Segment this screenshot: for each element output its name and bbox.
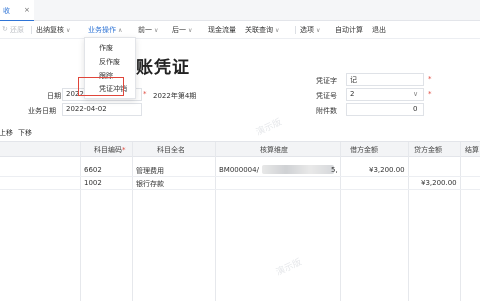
chevron-down-icon: ∨	[275, 27, 280, 34]
toolbar-cashier-review[interactable]: 出纳复核 ∨	[36, 25, 70, 35]
label: 前一	[138, 26, 152, 34]
voucher-grid: 科目编码* 科目全名 核算维度 借方金额 贷方金额 结算 6602 管理费用 B…	[0, 118, 480, 301]
menu-item-unvoid[interactable]: 反作废	[99, 57, 120, 67]
tab-bar: 收 ×	[0, 0, 480, 22]
menu-item-void[interactable]: 作废	[99, 43, 113, 53]
table-row[interactable]: 1002 银行存款 ¥3,200.00	[0, 176, 480, 190]
tab-label: 收	[3, 7, 10, 15]
chevron-down-icon: ∨	[188, 27, 193, 34]
col-header-settlement: 结算	[465, 146, 479, 154]
toolbar-previous[interactable]: 前一 ∨	[138, 25, 158, 35]
required-mark: *	[428, 90, 432, 98]
watermark: 演示版	[254, 117, 284, 139]
voucher-no-label: 凭证号	[316, 92, 337, 100]
toolbar: ↻ 还原 出纳复核 ∨ 业务操作 ∧ 前一 ∨ 后一 ∨ 现金流量 关联查询 ∨ 选项 ∨ …	[0, 21, 480, 39]
col-header-code: 科目编码*	[94, 145, 126, 155]
chevron-up-icon: ∧	[118, 27, 123, 34]
voucher-no-value: 2	[350, 90, 355, 98]
biz-date-field[interactable]: 2022-04-02	[62, 103, 142, 116]
divider	[31, 26, 32, 34]
toolbar-business-ops[interactable]: 业务操作 ∧	[88, 25, 122, 35]
cell-credit: ¥3,200.00	[421, 179, 457, 187]
chevron-down-icon[interactable]: ∨	[413, 90, 418, 98]
col-header-debit: 借方金额	[350, 146, 378, 154]
cell-debit: ¥3,200.00	[369, 166, 405, 174]
col-header-credit: 贷方金额	[414, 146, 442, 154]
page-title: 账凭证	[136, 58, 190, 78]
chevron-down-icon: ∨	[316, 27, 321, 34]
label: 后一	[172, 26, 186, 34]
attach-count-value: 0	[413, 105, 418, 113]
voucher-word-field[interactable]: 记	[346, 73, 424, 86]
col-header-dimension: 核算维度	[260, 146, 288, 154]
close-icon[interactable]: ×	[24, 6, 30, 14]
toolbar-exit[interactable]: 退出	[372, 25, 386, 35]
biz-date-label: 业务日期	[28, 107, 56, 115]
cell-name: 管理费用	[136, 167, 164, 175]
label: 业务操作	[88, 26, 116, 34]
toolbar-next[interactable]: 后一 ∨	[172, 25, 192, 35]
label: 关联查询	[245, 26, 273, 34]
period-text: 2022年第4期	[153, 92, 197, 100]
biz-date-value: 2022-04-02	[66, 105, 107, 113]
date-label: 日期	[47, 92, 61, 100]
voucher-word-value: 记	[350, 76, 357, 84]
required-mark: *	[143, 90, 147, 98]
toolbar-cash-flow[interactable]: 现金流量	[208, 25, 236, 35]
cell-code: 1002	[84, 179, 102, 187]
highlight-box	[78, 77, 124, 96]
voucher-word-label: 凭证字	[316, 77, 337, 85]
redacted-region	[262, 165, 334, 174]
required-mark: *	[428, 75, 432, 83]
voucher-no-field[interactable]: 2 ∨	[346, 88, 424, 101]
move-down-button[interactable]: 下移	[18, 128, 32, 138]
watermark: 演示版	[274, 257, 304, 279]
label: 选项	[300, 26, 314, 34]
label: 科目编码	[94, 146, 122, 154]
chevron-down-icon: ∨	[66, 27, 71, 34]
cell-name: 银行存款	[136, 180, 164, 188]
toolbar-restore[interactable]: 还原	[10, 25, 24, 35]
attach-count-field[interactable]: 0	[346, 103, 424, 116]
cell-dimension-tail: 5,	[331, 166, 338, 174]
tab-voucher[interactable]: 收 ×	[0, 0, 34, 22]
move-up-button[interactable]: 上移	[0, 128, 13, 138]
toolbar-related-query[interactable]: 关联查询 ∨	[245, 25, 279, 35]
required-mark: *	[122, 146, 126, 154]
toolbar-options[interactable]: 选项 ∨	[300, 25, 320, 35]
divider	[295, 26, 296, 34]
col-header-name: 科目全名	[157, 146, 185, 154]
label: 出纳复核	[36, 26, 64, 34]
chevron-down-icon: ∨	[154, 27, 159, 34]
toolbar-restore-icon: ↻	[2, 25, 8, 33]
toolbar-auto-calc[interactable]: 自动计算	[335, 25, 363, 35]
attach-label: 附件数	[316, 107, 337, 115]
cell-code: 6602	[84, 166, 102, 174]
cell-dimension: BM000004/	[219, 166, 259, 174]
table-row[interactable]: 6602 管理费用 BM000004/ 5, ¥3,200.00	[0, 163, 480, 177]
